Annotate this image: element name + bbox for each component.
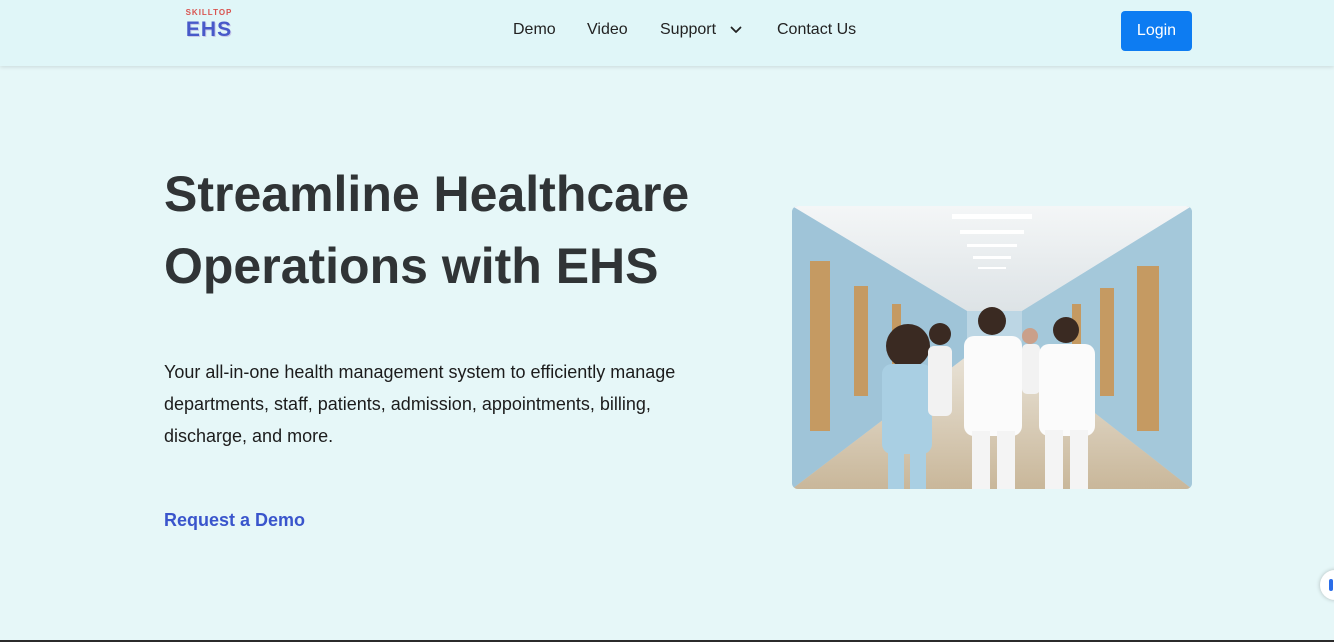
logo-tagline: SKILLTOP <box>185 8 233 17</box>
chevron-down-icon[interactable] <box>730 26 742 34</box>
request-demo-link[interactable]: Request a Demo <box>164 510 305 531</box>
nav-support[interactable]: Support <box>660 20 716 40</box>
hero-title: Streamline Healthcare Operations with EH… <box>164 158 744 302</box>
hero-description: Your all-in-one health management system… <box>164 362 676 446</box>
top-navbar: SKILLTOP EHS Demo Video Support Contact … <box>0 0 1334 66</box>
nav-video[interactable]: Video <box>587 20 628 40</box>
logo-name: EHS <box>185 18 233 41</box>
nav-contact-us[interactable]: Contact Us <box>777 20 856 40</box>
hero-title-line1: Streamline Healthcare <box>164 166 690 222</box>
login-button[interactable]: Login <box>1121 11 1192 51</box>
brand-logo[interactable]: SKILLTOP EHS <box>178 8 240 48</box>
chat-widget-button[interactable] <box>1320 570 1334 600</box>
hero-title-line2: Operations with EHS <box>164 238 659 294</box>
nav-demo[interactable]: Demo <box>513 20 556 40</box>
hero-image-healthcare-staff <box>792 206 1192 489</box>
chat-widget-icon <box>1329 579 1333 591</box>
